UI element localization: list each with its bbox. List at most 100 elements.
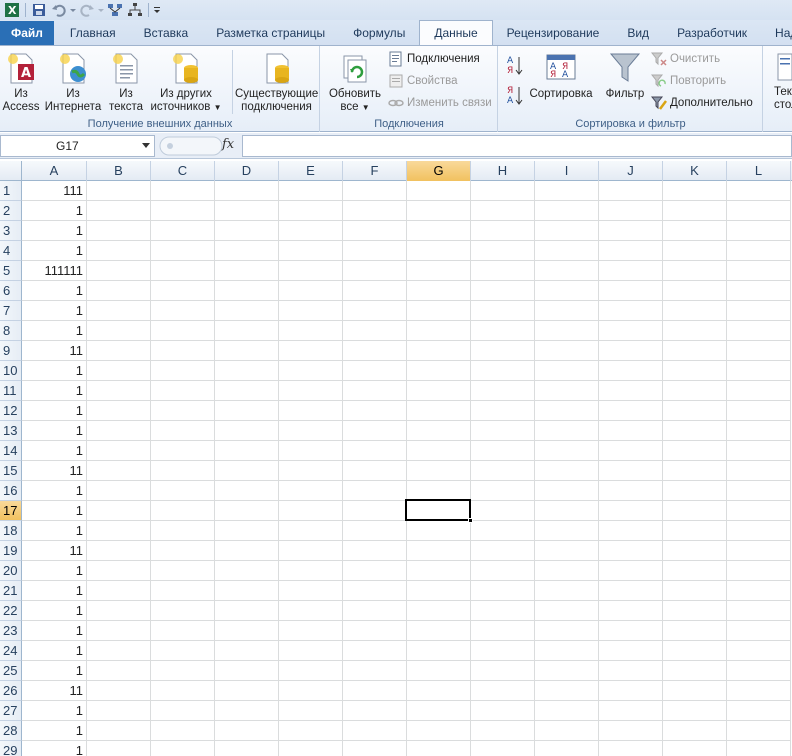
row-header[interactable]: 15 <box>0 461 22 481</box>
name-box[interactable]: G17 <box>0 135 155 157</box>
cell-j17[interactable] <box>599 501 663 521</box>
cell-l27[interactable] <box>727 701 791 721</box>
cell-e8[interactable] <box>279 321 343 341</box>
cell-h9[interactable] <box>471 341 535 361</box>
cell-f18[interactable] <box>343 521 407 541</box>
connections-qat-icon[interactable] <box>105 1 125 19</box>
cell-h3[interactable] <box>471 221 535 241</box>
cell-b14[interactable] <box>87 441 151 461</box>
cell-g15[interactable] <box>407 461 471 481</box>
cell-b17[interactable] <box>87 501 151 521</box>
cell-c16[interactable] <box>151 481 215 501</box>
cell-d14[interactable] <box>215 441 279 461</box>
cell-d29[interactable] <box>215 741 279 756</box>
worksheet-grid[interactable]: ABCDEFGHIJKL 1 111 2 1 3 1 4 1 5 111111 6 1 7 1 8 1 9 11 1… <box>0 161 792 756</box>
cell-c13[interactable] <box>151 421 215 441</box>
cell-j15[interactable] <box>599 461 663 481</box>
cell-g1[interactable] <box>407 181 471 201</box>
cell-d10[interactable] <box>215 361 279 381</box>
cell-f16[interactable] <box>343 481 407 501</box>
cell-k4[interactable] <box>663 241 727 261</box>
cell-g6[interactable] <box>407 281 471 301</box>
cell-b7[interactable] <box>87 301 151 321</box>
cell-b13[interactable] <box>87 421 151 441</box>
cell-f1[interactable] <box>343 181 407 201</box>
cell-c12[interactable] <box>151 401 215 421</box>
cell-a20[interactable]: 1 <box>22 561 87 581</box>
cell-k29[interactable] <box>663 741 727 756</box>
cell-g7[interactable] <box>407 301 471 321</box>
cell-k14[interactable] <box>663 441 727 461</box>
cell-j11[interactable] <box>599 381 663 401</box>
row-header[interactable]: 20 <box>0 561 22 581</box>
cell-d20[interactable] <box>215 561 279 581</box>
column-header-b[interactable]: B <box>87 161 151 181</box>
cell-e23[interactable] <box>279 621 343 641</box>
cell-g26[interactable] <box>407 681 471 701</box>
cell-h16[interactable] <box>471 481 535 501</box>
cell-c24[interactable] <box>151 641 215 661</box>
cell-k15[interactable] <box>663 461 727 481</box>
cell-d2[interactable] <box>215 201 279 221</box>
cell-h7[interactable] <box>471 301 535 321</box>
undo-dropdown-icon[interactable] <box>69 1 77 19</box>
insert-function-icon[interactable]: fx <box>222 137 234 152</box>
cell-e13[interactable] <box>279 421 343 441</box>
cell-c28[interactable] <box>151 721 215 741</box>
cell-k28[interactable] <box>663 721 727 741</box>
cell-a6[interactable]: 1 <box>22 281 87 301</box>
cell-l25[interactable] <box>727 661 791 681</box>
cell-k1[interactable] <box>663 181 727 201</box>
cell-k25[interactable] <box>663 661 727 681</box>
cell-l4[interactable] <box>727 241 791 261</box>
cell-k9[interactable] <box>663 341 727 361</box>
cell-g24[interactable] <box>407 641 471 661</box>
cell-h19[interactable] <box>471 541 535 561</box>
cell-f10[interactable] <box>343 361 407 381</box>
cell-j22[interactable] <box>599 601 663 621</box>
cell-i5[interactable] <box>535 261 599 281</box>
cell-b24[interactable] <box>87 641 151 661</box>
cell-g19[interactable] <box>407 541 471 561</box>
cell-a18[interactable]: 1 <box>22 521 87 541</box>
cell-c1[interactable] <box>151 181 215 201</box>
cell-j2[interactable] <box>599 201 663 221</box>
cell-k21[interactable] <box>663 581 727 601</box>
cell-i15[interactable] <box>535 461 599 481</box>
cell-f7[interactable] <box>343 301 407 321</box>
cell-a1[interactable]: 111 <box>22 181 87 201</box>
cell-a26[interactable]: 11 <box>22 681 87 701</box>
row-header[interactable]: 2 <box>0 201 22 221</box>
cell-h11[interactable] <box>471 381 535 401</box>
cell-f26[interactable] <box>343 681 407 701</box>
cell-a11[interactable]: 1 <box>22 381 87 401</box>
cell-h2[interactable] <box>471 201 535 221</box>
cell-i11[interactable] <box>535 381 599 401</box>
cell-h12[interactable] <box>471 401 535 421</box>
column-header-a[interactable]: A <box>22 161 87 181</box>
cell-b1[interactable] <box>87 181 151 201</box>
cell-c15[interactable] <box>151 461 215 481</box>
cell-d28[interactable] <box>215 721 279 741</box>
cell-f19[interactable] <box>343 541 407 561</box>
cell-g10[interactable] <box>407 361 471 381</box>
cell-a27[interactable]: 1 <box>22 701 87 721</box>
cell-c18[interactable] <box>151 521 215 541</box>
excel-logo-icon[interactable]: X <box>2 1 22 19</box>
cell-d22[interactable] <box>215 601 279 621</box>
cell-j23[interactable] <box>599 621 663 641</box>
cell-b20[interactable] <box>87 561 151 581</box>
cell-k13[interactable] <box>663 421 727 441</box>
cell-i19[interactable] <box>535 541 599 561</box>
cell-f20[interactable] <box>343 561 407 581</box>
cell-e12[interactable] <box>279 401 343 421</box>
cell-e24[interactable] <box>279 641 343 661</box>
cell-g11[interactable] <box>407 381 471 401</box>
cell-i12[interactable] <box>535 401 599 421</box>
cell-g28[interactable] <box>407 721 471 741</box>
cell-b16[interactable] <box>87 481 151 501</box>
cell-k16[interactable] <box>663 481 727 501</box>
row-header[interactable]: 10 <box>0 361 22 381</box>
cell-c19[interactable] <box>151 541 215 561</box>
cell-f24[interactable] <box>343 641 407 661</box>
